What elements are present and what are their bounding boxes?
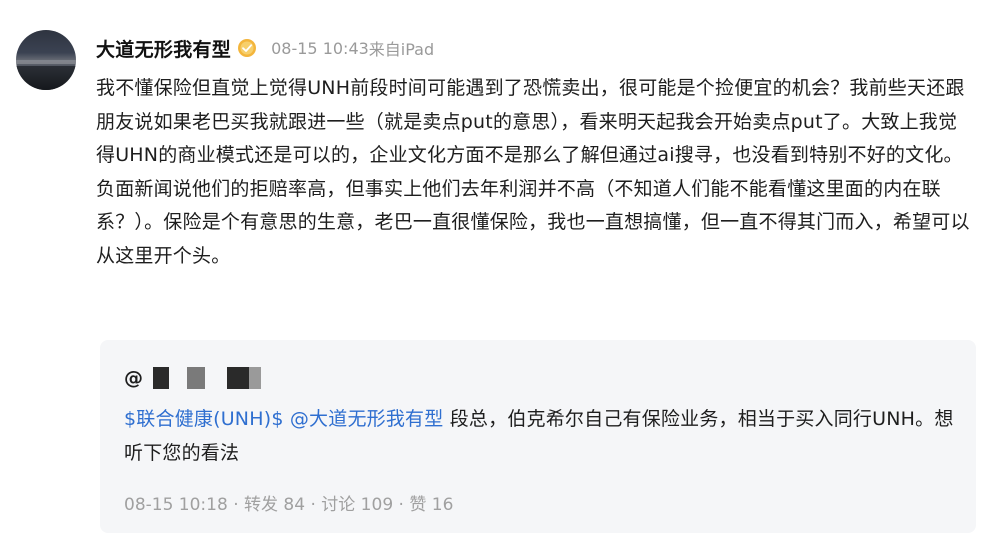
post-date: 08-15 10:43 (271, 38, 369, 58)
at-symbol: @ (124, 367, 143, 389)
repost-count[interactable]: 转发 84 (244, 495, 305, 515)
quoted-meta: 08-15 10:18 · 转发 84 · 讨论 109 · 赞 16 (124, 490, 453, 515)
avatar[interactable] (16, 30, 76, 90)
quoted-content: $联合健康(UNH)$ @大道无形我有型 段总，伯克希尔自己有保险业务，相当于买… (124, 402, 954, 470)
redacted-block (153, 367, 169, 389)
post-source: 来自iPad (368, 40, 435, 59)
redacted-block (227, 367, 249, 389)
stock-tag-link[interactable]: $联合健康(UNH)$ (124, 408, 284, 430)
quoted-post[interactable]: @ $联合健康(UNH)$ @大道无形我有型 段总，伯克希尔自己有保险业务，相当… (100, 340, 976, 533)
avatar-horizon (16, 60, 76, 64)
quoted-user[interactable]: @ (124, 366, 261, 390)
redacted-block (187, 367, 205, 389)
meta-separator: · (398, 495, 404, 515)
author-name[interactable]: 大道无形我有型 (96, 35, 231, 62)
comment-count[interactable]: 讨论 109 (321, 495, 393, 515)
quoted-date: 08-15 10:18 (124, 495, 228, 515)
mention-link[interactable]: @大道无形我有型 (290, 408, 444, 430)
meta-separator: · (233, 495, 239, 515)
post-header: 大道无形我有型 08-15 10:43 来自iPad (96, 34, 434, 62)
avatar-ground (16, 66, 76, 90)
meta-separator: · (310, 495, 316, 515)
like-count[interactable]: 赞 16 (409, 495, 453, 515)
post-content: 我不懂保险但直觉上觉得UNH前段时间可能遇到了恐慌卖出，很可能是个捡便宜的机会？… (96, 77, 970, 267)
redacted-block (249, 367, 261, 389)
verified-badge-icon (237, 38, 257, 58)
